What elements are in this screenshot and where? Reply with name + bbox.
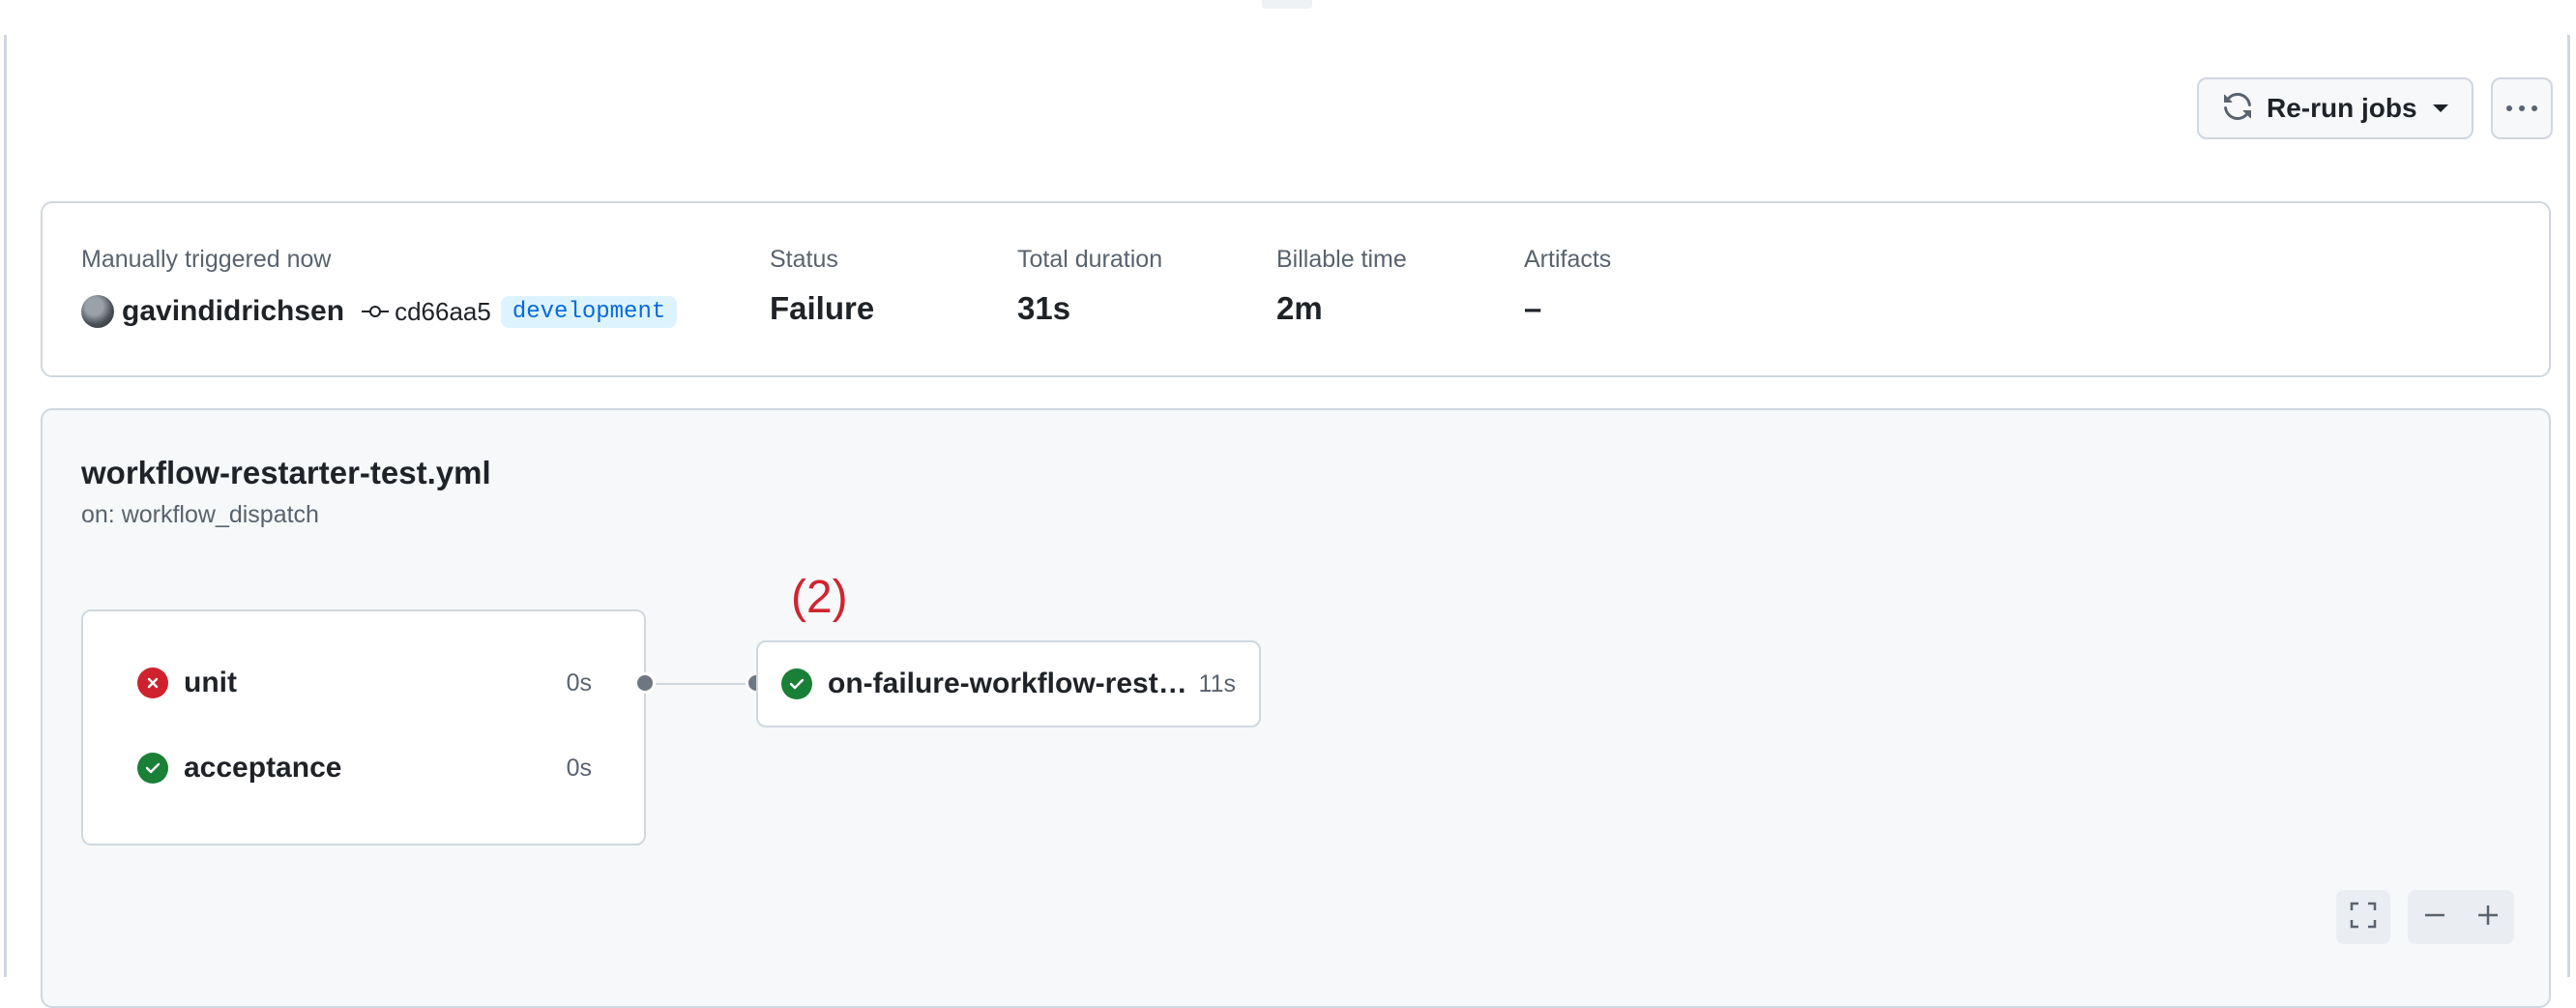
job-acceptance[interactable]: acceptance 0s bbox=[137, 749, 592, 787]
fullscreen-icon bbox=[2349, 901, 2378, 934]
caret-down-icon bbox=[2432, 104, 2448, 112]
commit-sha[interactable]: cd66aa5 bbox=[395, 297, 491, 327]
check-circle-icon bbox=[137, 753, 168, 784]
billable-time-label: Billable time bbox=[1276, 246, 1407, 273]
git-commit-icon bbox=[362, 304, 390, 319]
fullscreen-button[interactable] bbox=[2336, 890, 2390, 944]
connector-dot-start bbox=[634, 672, 656, 694]
top-tab-nub bbox=[1262, 0, 1312, 9]
job-unit[interactable]: unit 0s bbox=[137, 664, 592, 702]
status-value: Failure bbox=[770, 290, 875, 326]
run-summary-card: Manually triggered now gavindidrichsen c… bbox=[41, 201, 2551, 377]
zoom-in-icon[interactable] bbox=[2475, 903, 2501, 933]
workflow-trigger: on: workflow_dispatch bbox=[81, 501, 319, 528]
avatar[interactable] bbox=[81, 295, 114, 328]
zoom-out-icon[interactable] bbox=[2422, 903, 2447, 933]
trigger-details: gavindidrichsen cd66aa5 development bbox=[81, 292, 678, 331]
sync-icon bbox=[2222, 91, 2253, 127]
total-duration-label: Total duration bbox=[1017, 246, 1163, 273]
artifacts-label: Artifacts bbox=[1524, 246, 1612, 273]
check-circle-icon bbox=[781, 668, 812, 699]
left-border bbox=[4, 35, 7, 977]
job-on-failure-workflow-restarter[interactable]: on-failure-workflow-restarter 11s bbox=[756, 640, 1261, 727]
rerun-jobs-label: Re-run jobs bbox=[2267, 93, 2417, 123]
job-duration: 11s bbox=[1198, 669, 1236, 697]
x-circle-icon bbox=[137, 667, 168, 698]
job-name: acceptance bbox=[184, 752, 342, 784]
branch-badge[interactable]: development bbox=[500, 295, 678, 328]
job-group: unit 0s acceptance 0s bbox=[81, 609, 646, 845]
billable-time-value: 2m bbox=[1276, 290, 1323, 326]
zoom-controls bbox=[2408, 890, 2514, 944]
job-name: unit bbox=[184, 667, 237, 698]
job-connector-line bbox=[646, 683, 748, 685]
rerun-jobs-button[interactable]: Re-run jobs bbox=[2197, 77, 2474, 139]
status-label: Status bbox=[770, 246, 838, 273]
workflow-file-name[interactable]: workflow-restarter-test.yml bbox=[81, 455, 491, 491]
actor-username[interactable]: gavindidrichsen bbox=[122, 295, 344, 328]
job-duration: 0s bbox=[566, 754, 592, 782]
job-name: on-failure-workflow-restarter bbox=[828, 667, 1195, 699]
right-border bbox=[2567, 35, 2570, 977]
annotation-label: (2) bbox=[791, 572, 848, 623]
artifacts-value: – bbox=[1524, 290, 1542, 326]
total-duration-value: 31s bbox=[1017, 290, 1071, 326]
workflow-graph-card: workflow-restarter-test.yml on: workflow… bbox=[41, 408, 2551, 1008]
job-duration: 0s bbox=[566, 668, 592, 697]
kebab-horizontal-icon bbox=[2505, 100, 2538, 117]
more-options-button[interactable] bbox=[2491, 77, 2553, 139]
trigger-label: Manually triggered now bbox=[81, 246, 332, 273]
